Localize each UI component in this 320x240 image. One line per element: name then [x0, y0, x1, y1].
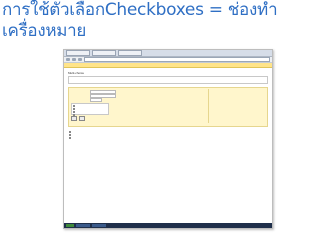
- checkbox[interactable]: [69, 136, 71, 139]
- checkbox[interactable]: [73, 111, 75, 113]
- option-row: [73, 108, 107, 110]
- select-field[interactable]: [90, 98, 102, 102]
- description-box[interactable]: [68, 76, 268, 84]
- checkbox[interactable]: [73, 108, 75, 110]
- preview-button[interactable]: [79, 116, 85, 121]
- help-panel: [208, 89, 266, 123]
- options-list: [71, 103, 109, 116]
- page-content: Multi-choice: [64, 68, 272, 142]
- preview-area: [68, 130, 268, 139]
- address-bar[interactable]: [84, 57, 270, 62]
- preview-option: [69, 136, 268, 139]
- embedded-screenshot: Multi-choice: [63, 49, 273, 229]
- back-icon[interactable]: [66, 58, 70, 61]
- browser-tab-bar: [64, 50, 272, 57]
- taskbar: [64, 223, 272, 228]
- checkbox[interactable]: [69, 133, 71, 136]
- slide-title: การใช้ตัวเลือกCheckboxes = ช่องทำเครื่อง…: [2, 0, 278, 41]
- option-row: [73, 105, 107, 107]
- browser-tab[interactable]: [66, 50, 90, 56]
- start-button[interactable]: [66, 224, 74, 227]
- checkbox[interactable]: [73, 105, 75, 107]
- taskbar-item[interactable]: [76, 224, 90, 227]
- browser-tab[interactable]: [92, 50, 116, 56]
- question-form: [68, 87, 268, 127]
- browser-tab[interactable]: [118, 50, 142, 56]
- forward-icon[interactable]: [72, 58, 76, 61]
- option-row: [73, 111, 107, 113]
- reload-icon[interactable]: [78, 58, 82, 61]
- save-button[interactable]: [71, 116, 77, 121]
- checkbox[interactable]: [69, 130, 71, 133]
- panel-title: Multi-choice: [68, 71, 85, 75]
- taskbar-item[interactable]: [92, 224, 106, 227]
